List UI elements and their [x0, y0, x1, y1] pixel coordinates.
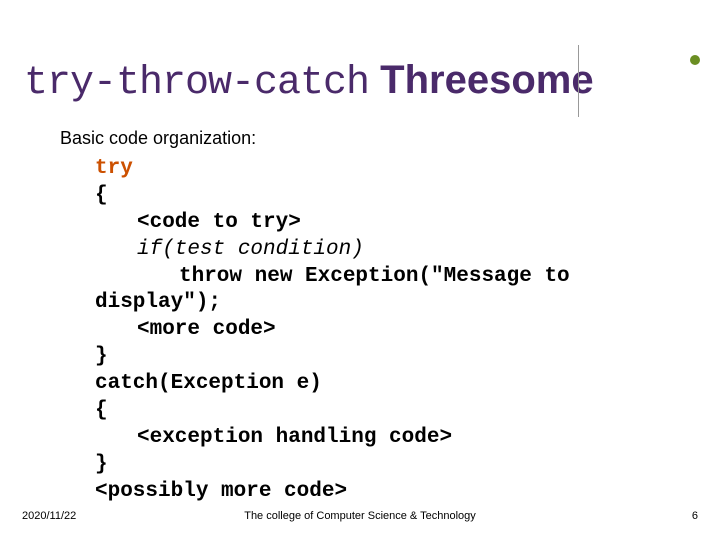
- code-line: display");: [95, 290, 570, 317]
- subheading: Basic code organization:: [60, 128, 256, 149]
- code-line: try: [95, 156, 570, 183]
- code-listing: try { <code to try> if(test condition) t…: [95, 156, 570, 505]
- code-line: <exception handling code>: [95, 425, 570, 452]
- code-line: <more code>: [95, 317, 570, 344]
- title-mono-part: try-throw-catch: [24, 61, 369, 106]
- code-line: {: [95, 183, 570, 210]
- decorative-bullet: [690, 55, 700, 65]
- code-line: if(test condition): [95, 237, 570, 264]
- code-line: <code to try>: [95, 210, 570, 237]
- title-divider: [578, 45, 579, 117]
- footer-page-number: 6: [692, 510, 698, 522]
- code-line: }: [95, 452, 570, 479]
- code-line: catch(Exception e): [95, 371, 570, 398]
- code-line: <possibly more code>: [95, 479, 570, 506]
- footer-institution: The college of Computer Science & Techno…: [0, 510, 720, 522]
- title-sans-part: Threesome: [369, 58, 594, 102]
- code-line: }: [95, 344, 570, 371]
- slide-title: try-throw-catch Threesome: [24, 58, 594, 106]
- code-line: {: [95, 398, 570, 425]
- code-line: throw new Exception("Message to: [95, 264, 570, 291]
